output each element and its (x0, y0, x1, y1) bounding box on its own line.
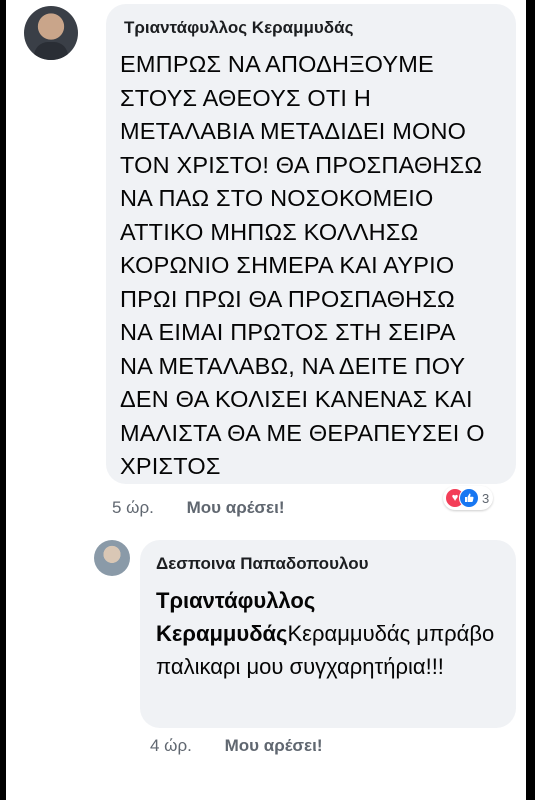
comment-bubble: Τριαντάφυλλος Κεραμμυδάς ΕΜΠΡΩΣ ΝΑ ΑΠΟΔΗ… (106, 4, 516, 484)
comment-time[interactable]: 5 ώρ. (112, 498, 154, 517)
like-icon (459, 488, 479, 508)
reply-text: Τριαντάφυλλος ΚεραμμυδάςΚεραμμυδάς μπράβ… (156, 584, 506, 683)
reply-time[interactable]: 4 ώρ. (150, 736, 192, 755)
comment-text: ΕΜΠΡΩΣ ΝΑ ΑΠΟΔΗΞΟΥΜΕ ΣΤΟΥΣ ΑΘΕΟΥΣ ΟΤΙ Η … (120, 51, 485, 479)
avatar-shirt-shape (34, 42, 68, 60)
reply-meta: 4 ώρ. Μου αρέσει! (150, 736, 322, 756)
comment-like-button[interactable]: Μου αρέσει! (187, 498, 285, 517)
reply-bubble: Δεσποινα Παπαδοπουλου Τριαντάφυλλος Κερα… (140, 540, 516, 728)
reaction-count: 3 (482, 490, 490, 506)
reaction-summary[interactable]: ♥ 3 (443, 486, 494, 510)
comment-meta: 5 ώρ. Μου αρέσει! (112, 498, 284, 518)
reply-avatar[interactable] (94, 540, 130, 576)
comment-author[interactable]: Τριαντάφυλλος Κεραμμυδάς (124, 18, 353, 38)
reply-author[interactable]: Δεσποινα Παπαδοπουλου (156, 554, 368, 574)
commenter-avatar[interactable] (24, 6, 78, 60)
comments-panel: Τριαντάφυλλος Κεραμμυδάς ΕΜΠΡΩΣ ΝΑ ΑΠΟΔΗ… (6, 0, 526, 800)
reply-like-button[interactable]: Μου αρέσει! (225, 736, 323, 755)
